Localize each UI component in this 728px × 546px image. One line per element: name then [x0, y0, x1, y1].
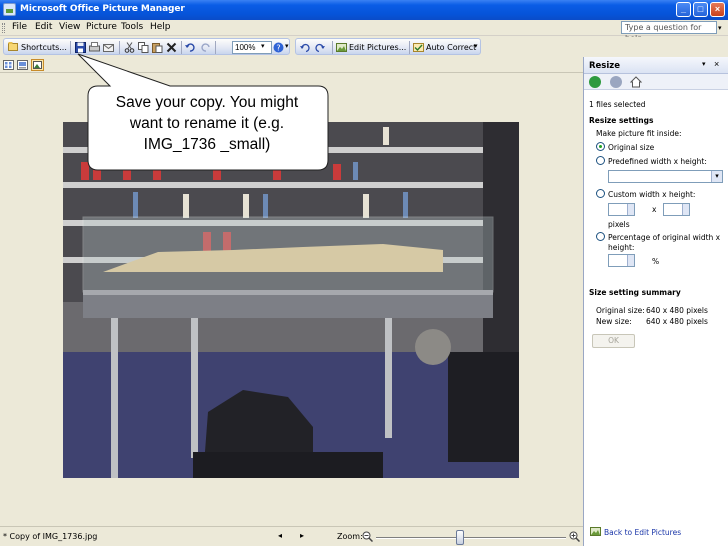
task-pane-header: Resize ▾ ×	[584, 57, 728, 74]
menu-grip[interactable]	[2, 23, 5, 33]
custom-x-label: x	[652, 205, 657, 214]
zoom-out-icon[interactable]	[362, 531, 373, 542]
zoom-dropdown-arrow-icon[interactable]: ▾	[261, 42, 265, 50]
help-dropdown-arrow-icon[interactable]: ▾	[718, 24, 722, 32]
shortcuts-icon	[8, 42, 18, 51]
custom-height-spinner[interactable]	[682, 204, 689, 215]
previous-picture-icon[interactable]: ◂	[278, 531, 282, 540]
new-size-summary-label: New size:	[596, 317, 632, 326]
task-pane-dropdown-icon[interactable]: ▾	[702, 60, 706, 68]
zoom-in-icon[interactable]	[569, 531, 580, 542]
percent-sign: %	[652, 257, 660, 266]
maximize-button[interactable]: □	[693, 2, 708, 17]
size-summary-heading: Size setting summary	[589, 288, 681, 297]
picture-manager-app-icon[interactable]	[3, 3, 16, 16]
back-to-edit-pictures-link[interactable]: Back to Edit Pictures	[604, 528, 681, 537]
edit-pictures-button[interactable]: Edit Pictures...	[349, 41, 406, 54]
resize-task-pane: Resize ▾ × 1 files selected Resize setti…	[583, 57, 728, 546]
custom-pixels-label: pixels	[608, 220, 630, 229]
menu-picture[interactable]: Picture	[86, 22, 117, 32]
zoom-label: Zoom:	[337, 532, 363, 541]
status-bar: * Copy of IMG_1736.jpg ◂ ▸ Zoom:	[0, 526, 583, 546]
files-selected-text: 1 files selected	[589, 100, 646, 109]
help-search-input[interactable]: Type a question for help	[621, 21, 717, 43]
zoom-slider-track[interactable]	[376, 537, 566, 539]
original-size-label: Original size	[608, 143, 655, 152]
thumbnail-view-icon[interactable]	[3, 60, 14, 70]
custom-size-radio[interactable]	[596, 189, 605, 198]
task-pane-close-icon[interactable]: ×	[714, 59, 719, 69]
auto-correct-icon	[413, 43, 424, 52]
percentage-input[interactable]	[608, 254, 635, 267]
menu-bar: File Edit View Picture Tools Help	[0, 20, 728, 36]
status-filename: * Copy of IMG_1736.jpg	[3, 532, 98, 541]
back-arrow-icon[interactable]	[589, 76, 601, 88]
back-to-edit-icon	[590, 527, 601, 536]
toolbar-options-chevron-icon[interactable]: ▾	[474, 42, 478, 50]
title-bar: Microsoft Office Picture Manager _ □ ×	[0, 0, 728, 20]
percentage-spinner[interactable]	[627, 255, 634, 266]
custom-height-input[interactable]	[663, 203, 690, 216]
new-size-summary-value: 640 x 480 pixels	[646, 317, 708, 326]
window-title: Microsoft Office Picture Manager	[20, 4, 185, 14]
zoom-select-value: 100%	[235, 43, 256, 52]
menu-file[interactable]: File	[12, 22, 27, 32]
edited-photo[interactable]	[63, 122, 519, 478]
resize-settings-heading: Resize settings	[589, 116, 654, 125]
ok-button[interactable]: OK	[592, 334, 635, 348]
home-icon[interactable]	[630, 76, 642, 88]
callout-text: Save your copy. You might want to rename…	[115, 94, 299, 153]
custom-width-spinner[interactable]	[627, 204, 634, 215]
single-picture-view-icon[interactable]	[31, 59, 44, 71]
original-size-summary-value: 640 x 480 pixels	[646, 306, 708, 315]
next-picture-icon[interactable]: ▸	[300, 531, 304, 540]
predefined-dropdown-icon[interactable]: ▾	[711, 171, 722, 182]
zoom-slider-thumb[interactable]	[455, 530, 464, 545]
menu-view[interactable]: View	[59, 22, 80, 32]
toolbar-separator	[409, 41, 410, 54]
toolbar-options-chevron-icon[interactable]: ▾	[285, 42, 289, 50]
predefined-size-select[interactable]: ▾	[608, 170, 723, 183]
shortcuts-button[interactable]: Shortcuts...	[21, 41, 67, 54]
minimize-button[interactable]: _	[676, 2, 691, 17]
forward-arrow-icon[interactable]	[610, 76, 622, 88]
make-fit-label: Make picture fit inside:	[596, 129, 682, 138]
predefined-size-label: Predefined width x height:	[608, 157, 707, 166]
menu-tools[interactable]: Tools	[121, 22, 143, 32]
percentage-radio[interactable]	[596, 232, 605, 241]
percentage-label-line: Percentage of original width x height:	[608, 233, 721, 252]
close-button[interactable]: ×	[710, 2, 725, 17]
auto-correct-button[interactable]: Auto Correct	[426, 41, 476, 54]
filmstrip-view-icon[interactable]	[17, 60, 28, 70]
task-pane-title: Resize	[589, 61, 620, 71]
custom-size-label: Custom width x height:	[608, 190, 696, 199]
custom-width-input[interactable]	[608, 203, 635, 216]
menu-edit[interactable]: Edit	[35, 22, 52, 32]
task-pane-nav	[584, 74, 728, 90]
menu-help[interactable]: Help	[150, 22, 171, 32]
original-size-radio[interactable]	[596, 142, 605, 151]
predefined-size-radio[interactable]	[596, 156, 605, 165]
original-size-summary-label: Original size:	[596, 306, 645, 315]
